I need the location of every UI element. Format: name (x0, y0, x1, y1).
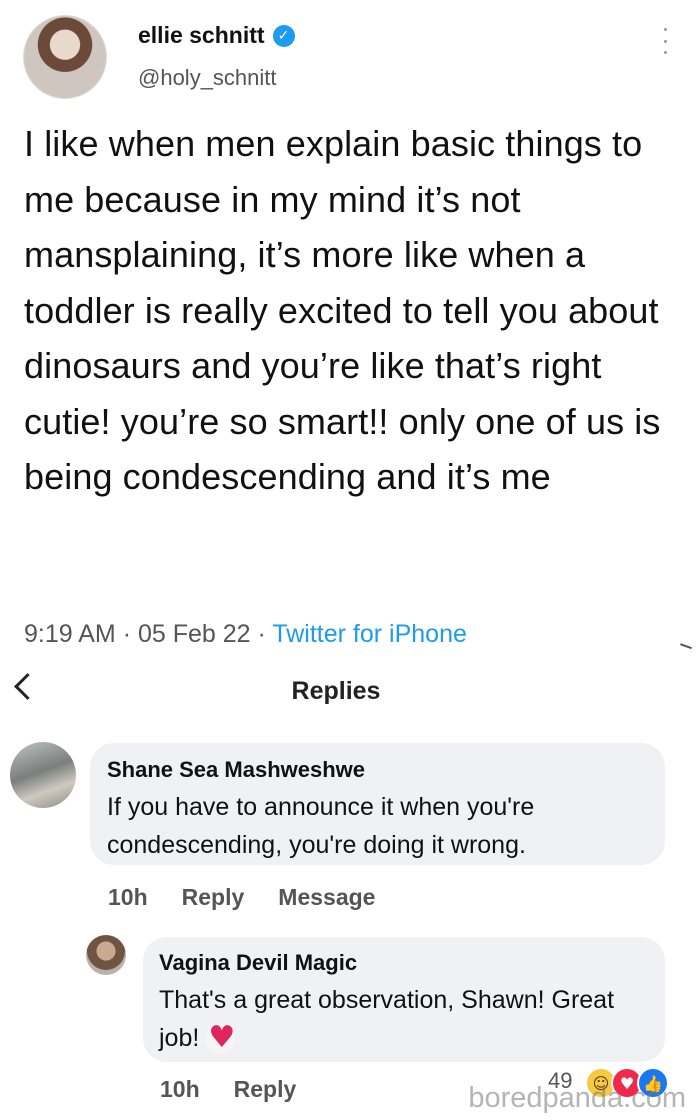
commenter-name[interactable]: Vagina Devil Magic (159, 950, 357, 976)
author-name-row: ellie schnitt ✓ (138, 22, 295, 49)
meta-separator: · (122, 620, 138, 648)
comment-actions: 10h Reply (160, 1076, 330, 1103)
commenter-avatar[interactable] (86, 935, 126, 975)
verified-badge-icon: ✓ (272, 24, 295, 47)
comment-actions: 10h Reply Message (108, 884, 409, 911)
comment-age: 10h (108, 884, 148, 910)
comment-text: If you have to announce it when you're c… (107, 793, 535, 859)
author-avatar[interactable] (23, 15, 107, 99)
tweet-time: 9:19 AM (24, 620, 116, 648)
more-options-icon[interactable] (662, 28, 668, 54)
heart-reaction-icon (205, 1019, 236, 1057)
commenter-name[interactable]: Shane Sea Mashweshwe (107, 757, 365, 783)
tweet-text: I like when men explain basic things to … (24, 123, 661, 497)
tweet-meta: 9:19 AM · 05 Feb 22 · Twitter for iPhone (24, 620, 467, 649)
reply-button[interactable]: Reply (182, 884, 245, 911)
comment-bubble: Vagina Devil Magic That's a great observ… (143, 937, 665, 1062)
cursor-mark-icon (677, 643, 693, 655)
author-handle[interactable]: @holy_schnitt (138, 65, 277, 91)
replies-header: Replies (0, 665, 700, 717)
comment-bubble: Shane Sea Mashweshwe If you have to anno… (90, 743, 665, 865)
comment-age: 10h (160, 1076, 200, 1102)
commenter-avatar[interactable] (10, 742, 76, 808)
message-button[interactable]: Message (278, 884, 375, 911)
author-name[interactable]: ellie schnitt (138, 22, 265, 49)
comment-text: That's a great observation, Shawn! Great… (159, 981, 639, 1057)
reply-button[interactable]: Reply (234, 1076, 297, 1103)
meta-separator: · (257, 620, 273, 648)
watermark: boredpanda.com (468, 1082, 686, 1114)
tweet-card: ellie schnitt ✓ @holy_schnitt I like whe… (0, 0, 700, 660)
tweet-date: 05 Feb 22 (137, 620, 251, 648)
tweet-source-link[interactable]: Twitter for iPhone (272, 620, 467, 648)
replies-title: Replies (291, 677, 381, 705)
